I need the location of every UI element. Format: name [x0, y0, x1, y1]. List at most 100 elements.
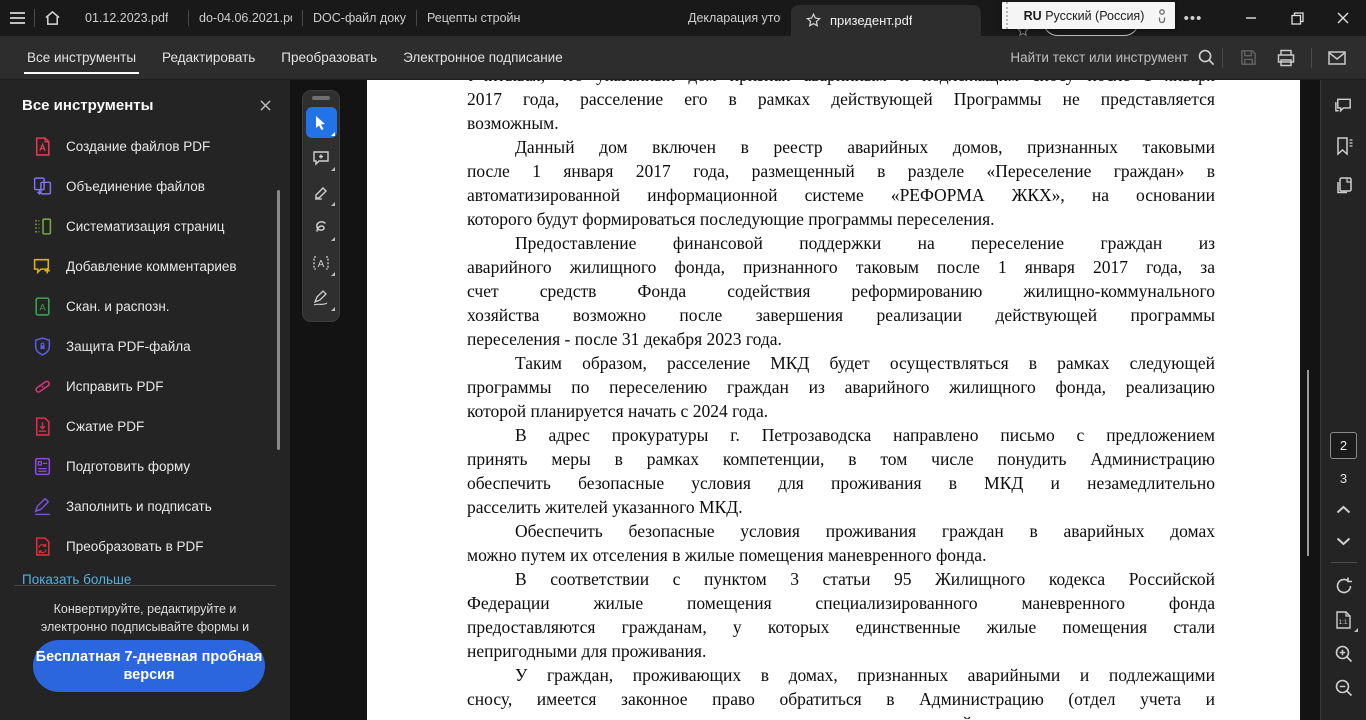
tool-label: Подготовить форму: [66, 458, 191, 474]
free-trial-button[interactable]: Бесплатная 7-дневная пробная версия: [33, 640, 265, 692]
document-tab[interactable]: Декларация уточ...: [678, 0, 791, 36]
svg-text:A: A: [39, 302, 46, 313]
document-tab[interactable]: Рецепты стройн...: [417, 0, 530, 36]
pdf-page[interactable]: Учитывая, что указанный дом признан авар…: [367, 80, 1300, 720]
home-icon[interactable]: [35, 0, 69, 36]
tool-label: Преобразовать в PDF: [66, 538, 204, 554]
tool-label: Сжатие PDF: [66, 418, 145, 434]
paragraph-1: 2017 года, расселение его в рамках дейст…: [467, 87, 1215, 135]
submenu-caret: [330, 237, 335, 241]
draw-tool[interactable]: [306, 212, 337, 243]
document-tab[interactable]: do-04.06.2021.pdf: [189, 0, 302, 36]
text-line: Данный дом включен в реестр аварийных до…: [515, 137, 1215, 157]
tool-label: Исправить PDF: [66, 378, 164, 394]
rotate-page-icon[interactable]: [1329, 571, 1359, 601]
text-line: программы по переселению граждан из авар…: [467, 377, 1215, 397]
language-bar-label: RU Русский (Россия): [1014, 9, 1154, 23]
tool-item-combine[interactable]: Объединение файлов: [0, 166, 290, 206]
toolbar-drag-handle[interactable]: [312, 96, 330, 100]
text-line: расселить жителей указанного МКД.: [467, 497, 743, 517]
page-up-icon[interactable]: [1336, 500, 1351, 518]
toolbar-tab-1[interactable]: Все инструменты: [14, 36, 149, 79]
rail-divider: [1330, 562, 1357, 563]
zoom-out-icon[interactable]: [1329, 673, 1359, 703]
panel-scrollbar[interactable]: [277, 190, 280, 450]
submenu-caret: [330, 272, 335, 276]
tool-item-fill-sign[interactable]: Заполнить и подписать: [0, 486, 290, 526]
text-line: 2017 года, расселение его в рамках дейст…: [467, 89, 1215, 109]
fill-sign-tool[interactable]: [306, 282, 337, 313]
text-line: которой планируется начать с 2024 года.: [467, 401, 769, 421]
text-line: после 1 января 2017 года, размещенный в …: [467, 161, 1215, 181]
text-line: хозяйства возможно после завершения реал…: [467, 305, 1215, 325]
text-line: обеспечить безопасные условия для прожив…: [467, 473, 1215, 493]
save-icon[interactable]: [1229, 43, 1267, 73]
input-options-icon[interactable]: [1154, 8, 1170, 24]
close-button[interactable]: [1320, 0, 1366, 36]
hamburger-menu-icon[interactable]: [0, 0, 34, 36]
next-page-number[interactable]: 3: [1340, 471, 1347, 486]
tool-item-prepare-form[interactable]: Подготовить форму: [0, 446, 290, 486]
highlight-tool[interactable]: [306, 177, 337, 208]
tool-item-comment-add[interactable]: Добавление комментариев: [0, 246, 290, 286]
panel-header: Все инструменты: [0, 80, 290, 122]
document-scrollbar[interactable]: [1307, 370, 1309, 556]
toolbar-tab-2[interactable]: Редактировать: [149, 36, 268, 79]
submenu-caret: [330, 167, 335, 171]
protect-icon: [32, 336, 53, 357]
page-thumbnails-icon[interactable]: [1328, 170, 1360, 202]
submenu-caret: [330, 132, 335, 136]
tool-item-create-pdf[interactable]: Создание файлов PDF: [0, 126, 290, 166]
page-down-icon[interactable]: [1336, 532, 1351, 550]
minimize-button[interactable]: [1228, 0, 1274, 36]
add-comment-tool[interactable]: [306, 142, 337, 173]
convert-pdf-icon: [32, 536, 53, 557]
tab-label: Рецепты стройн...: [427, 11, 520, 25]
toolbar-tab-3[interactable]: Преобразовать: [268, 36, 390, 79]
tool-item-repair[interactable]: Исправить PDF: [0, 366, 290, 406]
panel-close-icon[interactable]: [254, 94, 276, 116]
tool-item-scan-ocr[interactable]: A Скан. и распозн.: [0, 286, 290, 326]
zoom-in-icon[interactable]: [1329, 639, 1359, 669]
tab-label: призедент.pdf: [830, 13, 913, 28]
current-page-input[interactable]: 2: [1330, 432, 1357, 459]
text-line: сносу, имеется законное право обратиться…: [467, 689, 1215, 709]
comment-add-icon: [32, 256, 53, 277]
tool-item-compress[interactable]: Сжатие PDF: [0, 406, 290, 446]
active-document-tab[interactable]: призедент.pdf: [791, 5, 981, 36]
tab-label: DOC-файл докум...: [313, 11, 406, 25]
titlebar: 01.12.2023.pdf do-04.06.2021.pdf DOC-файл …: [0, 0, 1366, 37]
select-text-tool[interactable]: A: [306, 247, 337, 278]
toolbar-divider: [1222, 47, 1223, 68]
rail-bottom-controls: 2 3 1:1: [1321, 432, 1366, 703]
right-rail: 2 3 1:1: [1320, 80, 1366, 720]
print-icon[interactable]: [1267, 43, 1305, 73]
restore-button[interactable]: [1274, 0, 1320, 36]
text-line: Обеспечить безопасные условия проживания…: [515, 521, 1215, 541]
toolbar-tab-4[interactable]: Электронное подписание: [390, 36, 576, 79]
paragraph-3: Предоставление финансовой поддержки на п…: [467, 231, 1215, 351]
document-tab[interactable]: DOC-файл докум...: [303, 0, 416, 36]
mail-icon[interactable]: [1318, 43, 1356, 73]
tool-item-protect[interactable]: Защита PDF-файла: [0, 326, 290, 366]
language-bar-overlay[interactable]: RU Русский (Россия): [1002, 2, 1175, 29]
tool-item-convert-pdf[interactable]: Преобразовать в PDF: [0, 526, 290, 566]
text-line: можно путем их отселения в жилые помещен…: [467, 545, 987, 565]
paragraph-7: В соответствии с пунктом 3 статьи 95 Жил…: [467, 567, 1215, 663]
language-bar-gripper[interactable]: [1006, 2, 1014, 29]
document-tab[interactable]: 01.12.2023.pdf: [75, 0, 188, 36]
tool-item-organize[interactable]: Систематизация страниц: [0, 206, 290, 246]
bookmarks-icon[interactable]: [1328, 130, 1360, 162]
tool-label: Скан. и распозн.: [66, 298, 170, 314]
toolbar-divider: [1311, 47, 1312, 68]
fit-page-icon[interactable]: 1:1: [1329, 605, 1359, 635]
tool-label: Защита PDF-файла: [66, 338, 191, 354]
repair-icon: [32, 376, 53, 397]
text-line: возможным.: [467, 113, 559, 133]
more-options-icon[interactable]: •••: [1176, 0, 1210, 36]
tab-label: 01.12.2023.pdf: [85, 11, 169, 25]
select-arrow-tool[interactable]: [305, 107, 337, 138]
paragraph-4: Таким образом, расселение МКД будет осущ…: [467, 351, 1215, 423]
comments-icon[interactable]: [1328, 90, 1360, 122]
search-tool[interactable]: Найти текст или инструмент: [1010, 48, 1216, 67]
